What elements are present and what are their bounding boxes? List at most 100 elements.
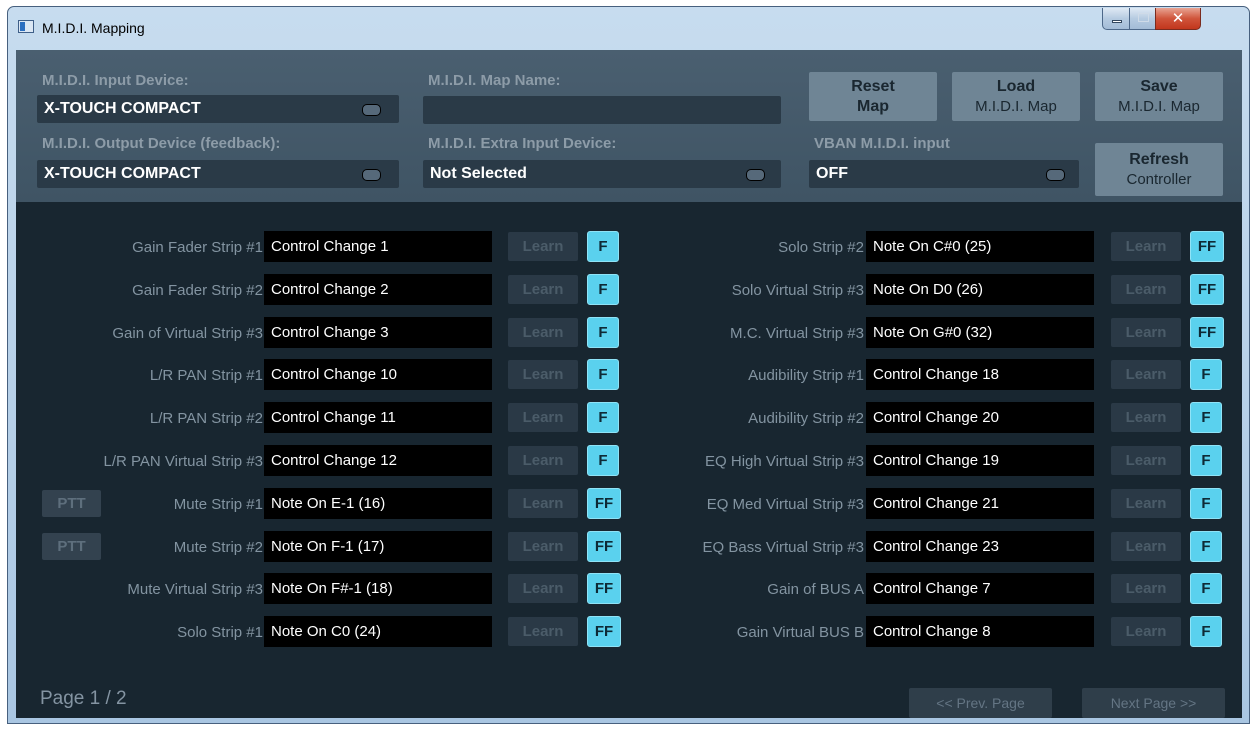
mapping-value-field[interactable]: Control Change 3 [264,316,492,348]
mapping-value: Note On E-1 (16) [271,494,386,512]
mapping-label: EQ Med Virtual Strip #3 [706,495,864,513]
mapping-label: M.C. Virtual Strip #3 [730,324,864,342]
feedback-toggle[interactable]: FF [587,573,621,605]
mapping-value: Note On F-1 (17) [271,537,385,555]
feedback-toggle[interactable]: F [1190,359,1222,391]
reset-map-button[interactable]: Reset Map [809,72,937,121]
mapping-value-field[interactable]: Note On E-1 (16) [264,487,492,519]
mapping-value-field[interactable]: Control Change 8 [866,616,1094,648]
learn-button[interactable]: Learn [508,232,578,261]
refresh-controller-button[interactable]: Refresh Controller [1095,143,1223,196]
learn-button[interactable]: Learn [1111,574,1181,604]
learn-button[interactable]: Learn [1111,317,1181,347]
load-map-button[interactable]: Load M.I.D.I. Map [952,72,1080,121]
mapping-value: Control Change 2 [271,280,389,298]
learn-button[interactable]: Learn [508,617,578,647]
ptt-button[interactable]: PTT [42,489,101,517]
learn-button[interactable]: Learn [508,488,578,518]
dropdown-icon [1046,169,1065,181]
mapping-value-field[interactable]: Control Change 2 [264,273,492,305]
learn-button[interactable]: Learn [508,403,578,433]
learn-button[interactable]: Learn [1111,274,1181,304]
mapping-label: L/R PAN Strip #1 [149,367,263,385]
mapping-value-field[interactable]: Control Change 23 [866,530,1094,562]
learn-button[interactable]: Learn [508,317,578,347]
minimize-button[interactable] [1102,8,1130,30]
mapping-value-field[interactable]: Control Change 20 [866,402,1094,434]
save-map-button[interactable]: Save M.I.D.I. Map [1095,72,1223,121]
feedback-toggle[interactable]: F [1190,530,1222,562]
feedback-toggle[interactable]: FF [1190,316,1224,348]
feedback-toggle[interactable]: F [1190,445,1222,476]
mapping-value-field[interactable]: Note On F#-1 (18) [264,573,492,605]
learn-button[interactable]: Learn [508,274,578,304]
feedback-toggle[interactable]: F [587,316,619,348]
mapping-value-field[interactable]: Note On G#0 (32) [866,316,1094,348]
mapping-label: Mute Strip #1 [173,495,263,513]
title-bar[interactable]: M.I.D.I. Mapping ✕ [8,7,1249,43]
feedback-toggle[interactable]: F [587,273,619,305]
mapping-value-field[interactable]: Control Change 1 [264,231,492,262]
mapping-value-field[interactable]: Control Change 7 [866,573,1094,605]
feedback-toggle[interactable]: F [587,402,619,434]
dropdown-icon [362,104,381,116]
learn-button[interactable]: Learn [1111,617,1181,647]
feedback-toggle[interactable]: F [587,445,619,476]
mapping-value-field[interactable]: Control Change 19 [866,445,1094,476]
learn-button[interactable]: Learn [508,360,578,390]
learn-button[interactable]: Learn [508,574,578,604]
mapping-value-field[interactable]: Control Change 18 [866,359,1094,391]
maximize-button[interactable] [1129,8,1156,30]
mapping-label: Solo Strip #2 [778,239,864,256]
mapping-value: Control Change 19 [873,452,999,469]
mapping-value-field[interactable]: Note On D0 (26) [866,273,1094,305]
mapping-value-field[interactable]: Control Change 12 [264,445,492,476]
feedback-toggle[interactable]: FF [1190,273,1224,305]
next-page-button[interactable]: Next Page >> [1082,688,1225,718]
mapping-value-field[interactable]: Note On F-1 (17) [264,530,492,562]
learn-button[interactable]: Learn [1111,488,1181,518]
prev-page-button[interactable]: << Prev. Page [909,688,1052,718]
feedback-toggle[interactable]: FF [587,530,621,562]
learn-button[interactable]: Learn [508,446,578,475]
learn-button[interactable]: Learn [1111,531,1181,561]
feedback-toggle[interactable]: F [1190,616,1222,648]
input-device-label: M.I.D.I. Input Device: [42,72,189,89]
window: M.I.D.I. Mapping ✕ M.I.D.I. Input Device… [7,6,1250,724]
minimize-icon [1112,20,1122,23]
learn-button[interactable]: Learn [1111,403,1181,433]
close-button[interactable]: ✕ [1155,8,1201,30]
output-device-select[interactable]: X-TOUCH COMPACT [37,160,399,188]
mapping-value: Control Change 23 [873,537,999,555]
window-title: M.I.D.I. Mapping [42,20,145,36]
learn-button[interactable]: Learn [508,531,578,561]
mapping-label: Gain Fader Strip #2 [132,281,263,299]
learn-button[interactable]: Learn [1111,360,1181,390]
feedback-toggle[interactable]: F [1190,487,1222,519]
vban-input-select[interactable]: OFF [809,160,1079,188]
dropdown-icon [362,169,381,181]
feedback-toggle[interactable]: F [1190,402,1222,434]
input-device-select[interactable]: X-TOUCH COMPACT [37,95,399,123]
mapping-value-field[interactable]: Control Change 11 [264,402,492,434]
mapping-value-field[interactable]: Control Change 21 [866,487,1094,519]
learn-button[interactable]: Learn [1111,232,1181,261]
feedback-toggle[interactable]: FF [587,487,621,519]
ptt-button[interactable]: PTT [42,532,101,560]
extra-input-value: Not Selected [430,165,527,182]
mapping-label: Solo Strip #1 [177,624,263,642]
map-name-input[interactable] [423,96,781,124]
extra-input-select[interactable]: Not Selected [423,160,781,188]
mapping-value: Control Change 12 [271,452,397,469]
mapping-value-field[interactable]: Note On C#0 (25) [866,231,1094,262]
feedback-toggle[interactable]: F [587,231,619,262]
mapping-value-field[interactable]: Note On C0 (24) [264,616,492,648]
mapping-value: Note On F#-1 (18) [271,580,393,598]
feedback-toggle[interactable]: FF [587,616,621,648]
learn-button[interactable]: Learn [1111,446,1181,475]
feedback-toggle[interactable]: F [587,359,619,391]
feedback-toggle[interactable]: FF [1190,231,1224,262]
mapping-value: Control Change 7 [873,580,991,598]
feedback-toggle[interactable]: F [1190,573,1222,605]
mapping-value-field[interactable]: Control Change 10 [264,359,492,391]
